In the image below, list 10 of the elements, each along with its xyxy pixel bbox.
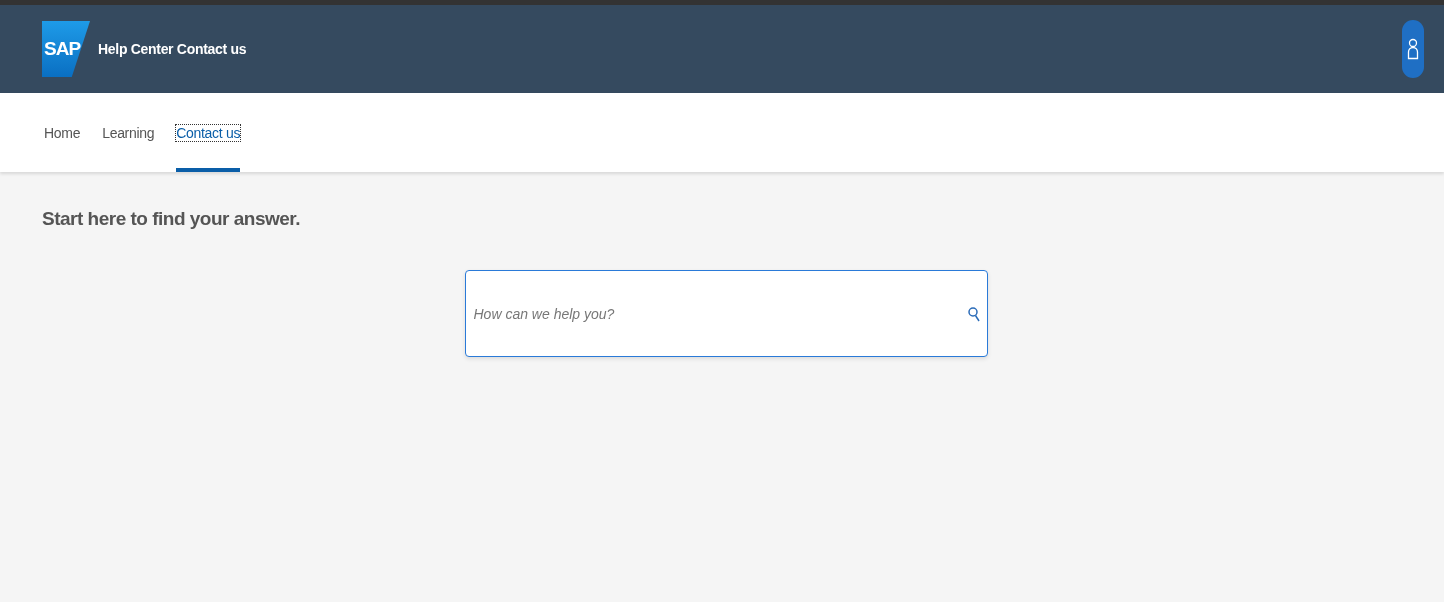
nav-tab[interactable]: Contact us xyxy=(176,93,241,172)
nav-tab[interactable]: Home xyxy=(44,93,81,172)
search-icon[interactable] xyxy=(967,306,980,322)
search-field[interactable]: How can we help you? xyxy=(464,270,988,357)
page-heading: Start here to find your answer. xyxy=(42,208,301,230)
logo[interactable]: SAP xyxy=(42,21,90,77)
user-button[interactable] xyxy=(1402,20,1424,78)
nav-tab[interactable]: Learning xyxy=(102,93,155,172)
header-title: Help Center Contact us xyxy=(98,41,247,57)
user-icon xyxy=(1407,38,1419,60)
